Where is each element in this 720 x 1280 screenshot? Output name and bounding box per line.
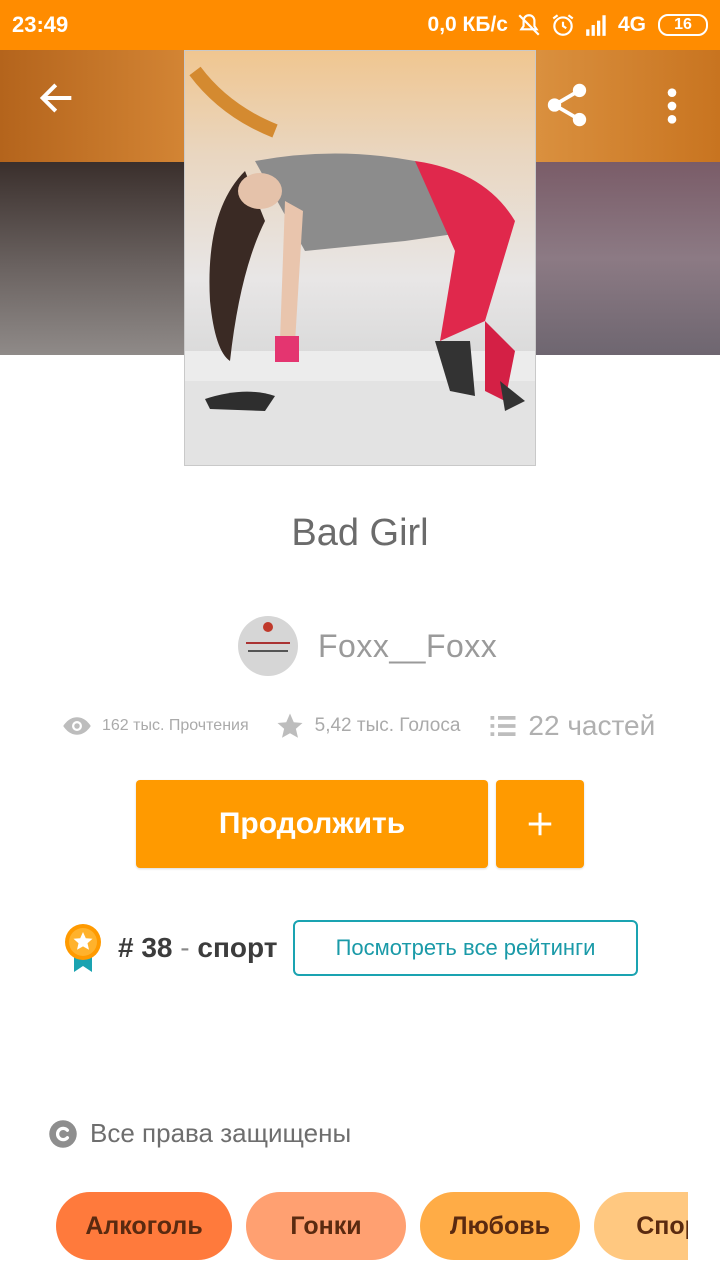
star-icon <box>277 713 303 738</box>
ranking-separator: - <box>180 932 190 963</box>
add-to-library-button[interactable] <box>496 780 584 868</box>
ranking-hash: # <box>118 932 134 963</box>
votes-count: 5,42 тыс. Голоса <box>314 715 461 736</box>
back-arrow-icon[interactable] <box>36 78 76 118</box>
story-cover-image <box>184 50 536 466</box>
list-icon <box>490 716 516 736</box>
story-title: Bad Girl <box>291 512 429 554</box>
reads-count: 162 тыс. Прочтения <box>102 717 249 734</box>
tag-chip[interactable]: Алкоголь <box>56 1192 232 1260</box>
author-row[interactable]: Foxx__Foxx <box>238 616 497 676</box>
parts-stat[interactable]: 22 частей <box>488 710 655 742</box>
continue-reading-button[interactable]: Продолжить <box>136 780 488 868</box>
network-type: 4G <box>617 13 646 36</box>
parts-count: 22 частей <box>528 710 656 741</box>
signal-icon <box>586 15 606 36</box>
copyright-row: Все права защищены <box>48 1118 351 1149</box>
tag-chip[interactable]: Спорт <box>594 1192 688 1260</box>
tags-row[interactable]: АлкогольГонкиЛюбовьСпорт <box>56 1192 688 1260</box>
ranking-row: # 38 - спорт <box>62 922 277 974</box>
eye-icon <box>63 717 91 735</box>
copyright-icon <box>49 1119 77 1148</box>
reads-stat: 162 тыс. Прочтения <box>62 711 249 741</box>
tag-chip[interactable]: Гонки <box>246 1192 406 1260</box>
avatar-emblem <box>263 622 273 632</box>
story-stats: 162 тыс. Прочтения 5,42 тыс. Голоса 22 ч… <box>62 710 655 742</box>
share-icon[interactable] <box>542 80 592 130</box>
avatar-line <box>248 650 288 652</box>
mute-icon <box>518 14 540 36</box>
copyright-label: Все права защищены <box>90 1118 352 1148</box>
avatar-line <box>246 642 290 644</box>
more-vert-icon[interactable] <box>660 86 684 126</box>
ranking-category: спорт <box>197 932 278 963</box>
network-speed: 0,0 КБ/с <box>427 13 508 36</box>
battery-indicator: 16 <box>658 14 708 36</box>
status-icons: 0,0 КБ/с 4G 16 <box>428 12 708 38</box>
status-time: 23:49 <box>12 12 69 37</box>
plus-icon <box>528 812 552 836</box>
medal-icon <box>65 924 101 972</box>
header-blur-right <box>536 162 720 355</box>
ranking-position: 38 <box>141 932 173 963</box>
tag-chip[interactable]: Любовь <box>420 1192 580 1260</box>
ranking-text: # 38 - спорт <box>118 932 277 964</box>
avatar[interactable] <box>238 616 298 676</box>
author-name[interactable]: Foxx__Foxx <box>318 628 497 665</box>
status-bar: 23:49 0,0 КБ/с 4G 16 <box>0 0 720 50</box>
votes-stat: 5,42 тыс. Голоса <box>275 711 461 741</box>
header-blur-left <box>0 162 184 355</box>
view-all-rankings-button[interactable]: Посмотреть все рейтинги <box>293 920 638 976</box>
alarm-icon <box>552 14 574 36</box>
dancer-photo <box>185 66 535 465</box>
